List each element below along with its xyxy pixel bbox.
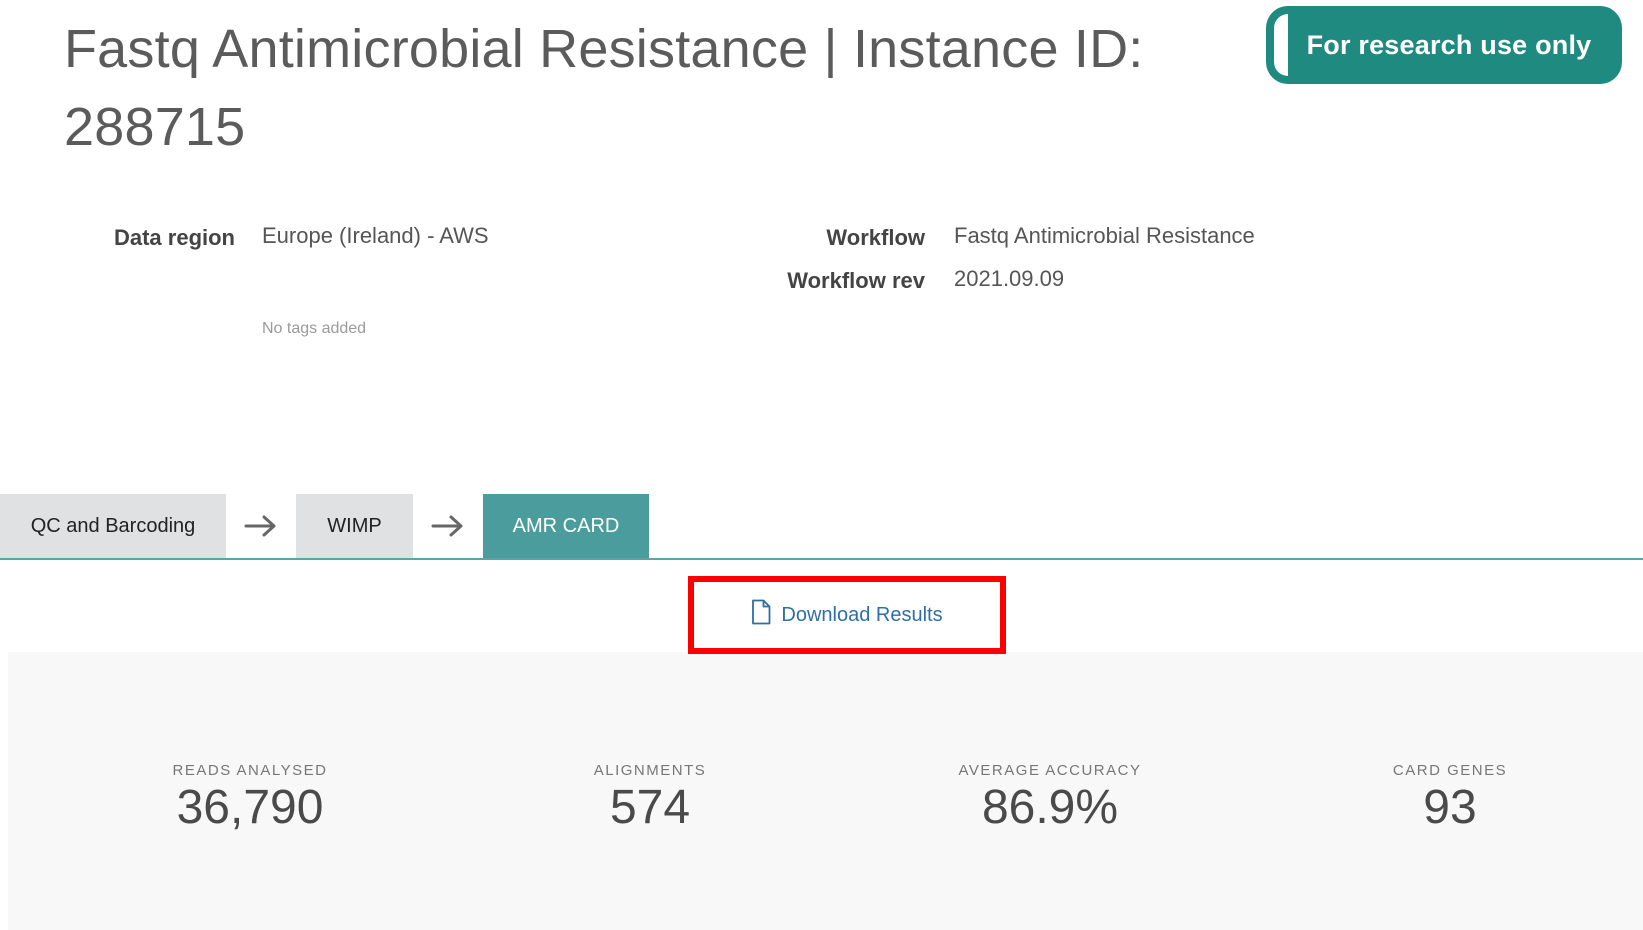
stat-value: 36,790 [176, 781, 324, 834]
stat-label: ALIGNMENTS [593, 762, 707, 779]
stat-label: CARD GENES [1392, 762, 1508, 779]
stat-value: 574 [609, 781, 691, 834]
workflow-rev-value: 2021.09.09 [954, 266, 1065, 291]
data-region-label: Data region [113, 225, 235, 250]
workflow-steps: QC and Barcoding WIMP AMR CARD [0, 494, 649, 558]
stat-card-genes: CARD GENES 93 [1290, 762, 1610, 835]
stats-panel: READS ANALYSED 36,790 ALIGNMENTS 574 AVE… [8, 652, 1643, 930]
step-label: AMR CARD [512, 514, 620, 537]
workflow-rev-label: Workflow rev [787, 268, 925, 293]
stat-reads-analysed: READS ANALYSED 36,790 [90, 762, 410, 835]
stat-value: 93 [1423, 781, 1477, 834]
step-wimp[interactable]: WIMP [296, 494, 413, 558]
arrow-right-icon [413, 494, 483, 558]
step-label: WIMP [327, 514, 382, 537]
research-use-badge-text: For research use only [1306, 29, 1592, 60]
data-region-value: Europe (Ireland) - AWS [262, 223, 489, 248]
tags-note: No tags added [262, 320, 367, 337]
step-label: QC and Barcoding [30, 514, 196, 537]
download-results-button[interactable]: Download Results [751, 599, 943, 631]
stat-label: READS ANALYSED [172, 762, 328, 779]
step-amr-card[interactable]: AMR CARD [483, 494, 649, 558]
stat-average-accuracy: AVERAGE ACCURACY 86.9% [890, 762, 1210, 835]
research-use-badge: For research use only [1266, 6, 1622, 84]
page: Fastq Antimicrobial Resistance | Instanc… [0, 0, 1643, 930]
download-highlight-box: Download Results [688, 576, 1006, 654]
workflow-value: Fastq Antimicrobial Resistance [954, 223, 1255, 248]
stat-alignments: ALIGNMENTS 574 [490, 762, 810, 835]
tab-underline [0, 558, 1643, 560]
arrow-right-icon [226, 494, 296, 558]
download-results-label: Download Results [781, 603, 943, 626]
page-title: Fastq Antimicrobial Resistance | Instanc… [64, 19, 1144, 157]
step-qc-and-barcoding[interactable]: QC and Barcoding [0, 494, 226, 558]
stat-label: AVERAGE ACCURACY [958, 762, 1142, 779]
stat-value: 86.9% [981, 781, 1119, 834]
file-icon [751, 599, 771, 631]
workflow-label: Workflow [826, 225, 925, 250]
